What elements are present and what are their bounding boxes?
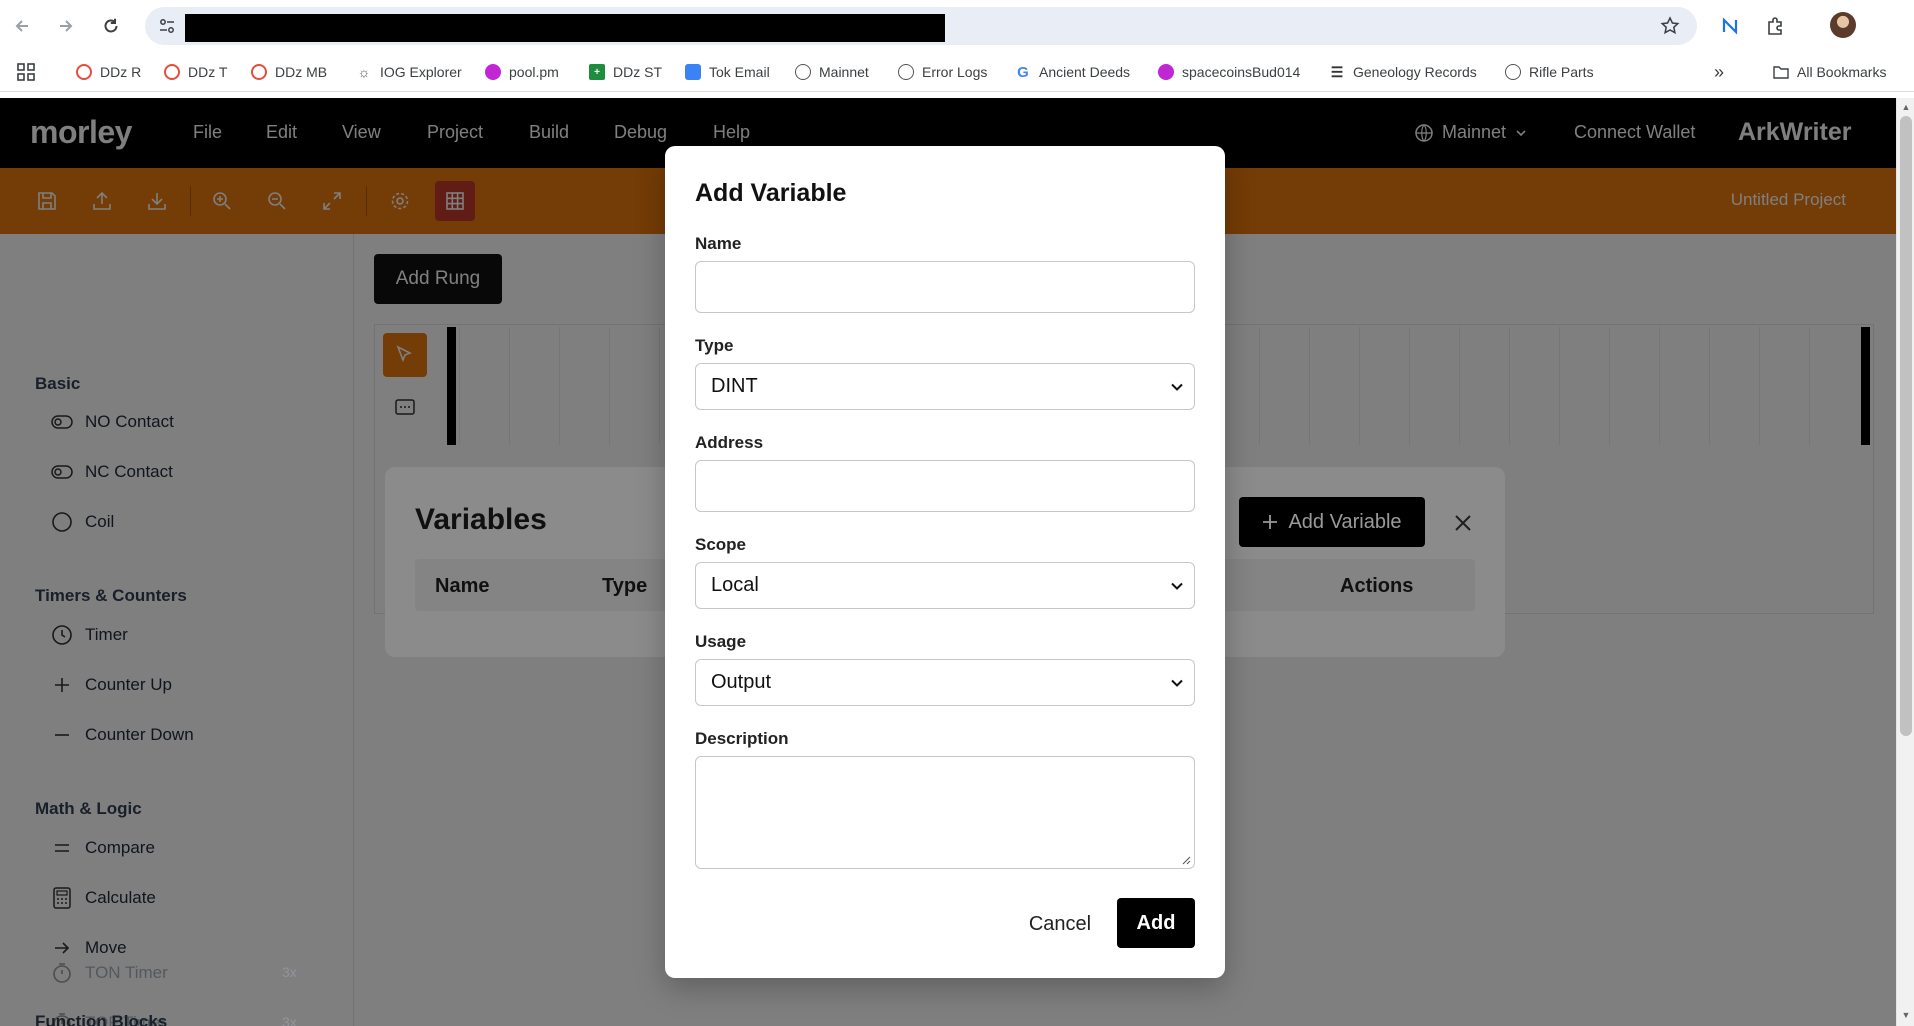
bookmark-star-icon[interactable] xyxy=(1659,15,1681,37)
back-button[interactable] xyxy=(8,12,36,40)
profile-avatar[interactable] xyxy=(1830,12,1856,38)
sun-icon: ☼ xyxy=(357,64,371,80)
forward-button[interactable] xyxy=(52,12,80,40)
column-actions: Actions xyxy=(1340,575,1414,597)
scroll-down-arrow-icon[interactable]: ▼ xyxy=(1901,1010,1911,1020)
url-redacted xyxy=(185,14,945,42)
bookmark-pool-pm[interactable]: pool.pm xyxy=(485,62,559,82)
reload-button[interactable] xyxy=(97,12,125,40)
variables-title: Variables xyxy=(415,503,547,536)
bookmark-ddz-r[interactable]: DDz R xyxy=(76,62,141,82)
ton-timer-badge: 3x xyxy=(282,964,297,980)
scope-select[interactable]: Local xyxy=(695,562,1195,609)
resize-grip-icon[interactable] xyxy=(1181,855,1191,865)
sidebar-function-blocks: TON Timer 3x TOF Timer 3x xyxy=(0,234,354,1026)
bookmark-mainnet[interactable]: Mainnet xyxy=(795,62,869,82)
add-variable-button[interactable]: Add Variable xyxy=(1239,497,1425,547)
address-bar[interactable] xyxy=(145,7,1697,45)
dialog-title: Add Variable xyxy=(695,179,847,207)
globe-icon xyxy=(1505,64,1521,80)
type-select[interactable]: DINT xyxy=(695,363,1195,410)
forward-arrow-icon xyxy=(60,20,73,32)
address-label: Address xyxy=(695,433,764,452)
column-type: Type xyxy=(602,575,648,597)
close-icon[interactable] xyxy=(1445,505,1481,541)
type-label: Type xyxy=(695,336,734,355)
google-icon: G xyxy=(1017,63,1029,81)
chevron-down-icon xyxy=(1171,582,1183,590)
ddz-icon xyxy=(164,64,180,80)
scope-label: Scope xyxy=(695,535,747,554)
bookmark-ddz-st[interactable]: + DDz ST xyxy=(589,62,662,82)
site-settings-icon[interactable] xyxy=(157,16,177,36)
add-button[interactable]: Add xyxy=(1117,898,1195,948)
cancel-button[interactable]: Cancel xyxy=(1020,901,1100,947)
usage-select[interactable]: Output xyxy=(695,659,1195,706)
usage-label: Usage xyxy=(695,632,747,651)
sidebar-item-ton-timer[interactable]: TON Timer xyxy=(50,961,168,985)
bookmark-error-logs[interactable]: Error Logs xyxy=(898,62,987,82)
plus-icon xyxy=(1263,515,1278,529)
column-name: Name xyxy=(435,575,490,597)
bookmark-ddz-t[interactable]: DDz T xyxy=(164,62,227,82)
page-scrollbar[interactable]: ▲ ▼ xyxy=(1896,98,1914,1026)
chevron-down-icon xyxy=(1171,679,1183,687)
bookmark-iog-explorer[interactable]: ☼ IOG Explorer xyxy=(356,62,462,82)
bookmark-ancient-deeds[interactable]: G Ancient Deeds xyxy=(1015,62,1130,82)
sidebar-item-tof-timer[interactable]: TOF Timer xyxy=(50,1011,166,1026)
folder-icon xyxy=(1773,64,1789,80)
address-input[interactable] xyxy=(695,460,1195,512)
add-variable-dialog: Add Variable Name Type DINT Address Scop… xyxy=(665,146,1225,978)
sheets-icon: + xyxy=(589,64,605,80)
scroll-up-arrow-icon[interactable]: ▲ xyxy=(1901,102,1911,112)
chevron-down-icon xyxy=(1171,383,1183,391)
description-label: Description xyxy=(695,729,789,748)
ddz-icon xyxy=(76,64,92,80)
bookmark-spacecoinsbud014[interactable]: spacecoinsBud014 xyxy=(1158,62,1300,82)
browser-toolbar xyxy=(0,0,1914,52)
back-arrow-icon xyxy=(15,20,28,32)
pool-icon xyxy=(485,64,501,80)
all-bookmarks[interactable]: All Bookmarks xyxy=(1773,62,1886,82)
stopwatch-icon xyxy=(50,1011,74,1026)
pool-icon xyxy=(1158,64,1174,80)
mail-icon xyxy=(685,64,701,80)
name-label: Name xyxy=(695,234,742,253)
extension-n-icon[interactable] xyxy=(1716,12,1744,40)
bookmark-ddz-mb[interactable]: DDz MB xyxy=(251,62,327,82)
bookmarks-bar: DDz R DDz T DDz MB ☼ IOG Explorer pool.pm… xyxy=(0,52,1914,92)
stopwatch-icon xyxy=(50,961,74,985)
description-textarea[interactable] xyxy=(695,756,1195,869)
list-icon: ☰ xyxy=(1330,63,1344,80)
apps-grid-icon[interactable] xyxy=(16,62,36,82)
extensions-puzzle-icon[interactable] xyxy=(1762,12,1790,40)
name-input[interactable] xyxy=(695,261,1195,313)
scroll-thumb[interactable] xyxy=(1900,116,1912,736)
more-bookmarks-chevron-icon[interactable]: » xyxy=(1714,62,1724,82)
globe-icon xyxy=(898,64,914,80)
reload-icon xyxy=(104,18,118,33)
tof-timer-badge: 3x xyxy=(282,1014,297,1026)
ddz-icon xyxy=(251,64,267,80)
bookmark-geneology-records[interactable]: ☰ Geneology Records xyxy=(1329,62,1477,82)
bookmark-tok-email[interactable]: Tok Email xyxy=(685,62,770,82)
bookmark-rifle-parts[interactable]: Rifle Parts xyxy=(1505,62,1594,82)
globe-icon xyxy=(795,64,811,80)
